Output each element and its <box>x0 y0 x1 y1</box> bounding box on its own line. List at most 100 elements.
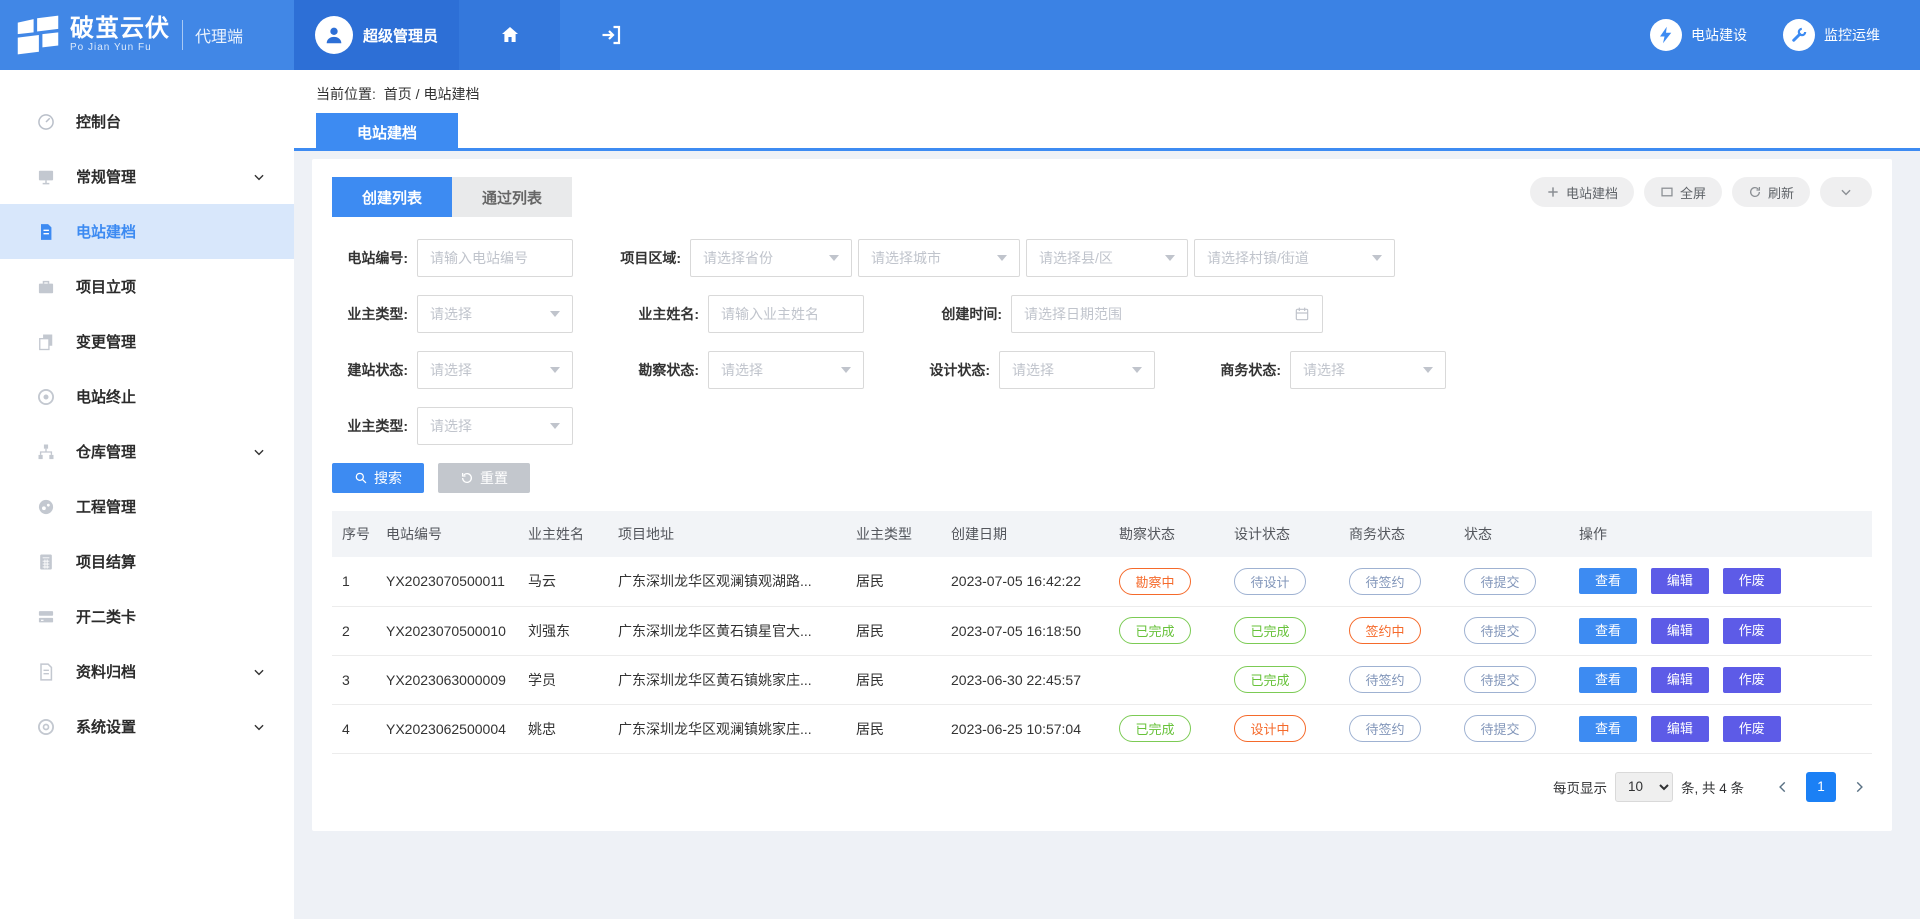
toolbar: 电站建档 全屏 刷新 <box>1530 177 1872 207</box>
col-design-status: 设计状态 <box>1224 511 1339 557</box>
cell-address: 广东深圳龙华区黄石镇星官大... <box>608 606 846 655</box>
prev-page-button[interactable] <box>1770 774 1796 800</box>
edit-button[interactable]: 编辑 <box>1651 716 1709 742</box>
page-tab-station-archive[interactable]: 电站建档 <box>316 113 458 151</box>
logout-button[interactable] <box>560 0 661 70</box>
caret-down-icon <box>1165 255 1175 261</box>
business-status-badge: 待签约 <box>1349 715 1421 742</box>
view-button[interactable]: 查看 <box>1579 716 1637 742</box>
cell-owner: 学员 <box>518 655 608 704</box>
sidebar-item-project-settlement[interactable]: 项目结算 <box>0 534 294 589</box>
business-status-badge: 签约中 <box>1349 617 1421 644</box>
city-select[interactable]: 请选择城市 <box>858 239 1020 277</box>
refresh-button[interactable]: 刷新 <box>1732 177 1810 207</box>
table-header-row: 序号 电站编号 业主姓名 项目地址 业主类型 创建日期 勘察状态 设计状态 商务… <box>332 511 1872 557</box>
filter-design-status: 设计状态: 请选择 <box>914 351 1155 389</box>
sidebar-item-station-archive[interactable]: 电站建档 <box>0 204 294 259</box>
owner-type-select[interactable]: 请选择 <box>417 295 573 333</box>
edit-button[interactable]: 编辑 <box>1651 667 1709 693</box>
survey-status-badge: 勘察中 <box>1119 568 1191 595</box>
current-page[interactable]: 1 <box>1806 772 1836 802</box>
sidebar-item-general-mgmt[interactable]: 常规管理 <box>0 149 294 204</box>
reset-button[interactable]: 重置 <box>438 463 530 493</box>
filter-row-4: 业主类型: 请选择 <box>332 407 1872 445</box>
page-body: 创建列表 通过列表 电站建档 全屏 <box>294 151 1920 831</box>
filter-survey-status: 勘察状态: 请选择 <box>623 351 864 389</box>
owner-type2-select[interactable]: 请选择 <box>417 407 573 445</box>
create-station-button[interactable]: 电站建档 <box>1530 177 1634 207</box>
sidebar-item-station-terminate[interactable]: 电站终止 <box>0 369 294 424</box>
filter-row-2: 业主类型: 请选择 业主姓名: 创建时间: <box>332 295 1872 333</box>
per-page-prefix: 每页显示 <box>1553 777 1607 797</box>
tab-passed-list[interactable]: 通过列表 <box>452 177 572 217</box>
cell-created: 2023-06-25 10:57:04 <box>941 704 1109 753</box>
user-name: 超级管理员 <box>363 25 438 46</box>
breadcrumb-path[interactable]: 首页 / 电站建档 <box>384 86 480 102</box>
sidebar-item-data-archive[interactable]: 资料归档 <box>0 644 294 699</box>
col-survey-status: 勘察状态 <box>1109 511 1224 557</box>
bolt-icon <box>1650 19 1682 51</box>
edit-button[interactable]: 编辑 <box>1651 568 1709 594</box>
view-button[interactable]: 查看 <box>1579 618 1637 644</box>
cell-owner-type: 居民 <box>846 606 941 655</box>
user-menu[interactable]: 超级管理员 <box>294 0 459 70</box>
sidebar-item-class2-card[interactable]: 开二类卡 <box>0 589 294 644</box>
void-button[interactable]: 作废 <box>1723 716 1781 742</box>
owner-type-label: 业主类型: <box>332 304 408 324</box>
void-button[interactable]: 作废 <box>1723 568 1781 594</box>
station-code-input[interactable] <box>430 250 560 266</box>
status-badge: 待提交 <box>1464 715 1536 742</box>
owner-type-placeholder: 请选择 <box>430 304 472 324</box>
cell-code: YX2023063000009 <box>376 655 518 704</box>
caret-down-icon <box>997 255 1007 261</box>
void-button[interactable]: 作废 <box>1723 667 1781 693</box>
filter-build-status: 建站状态: 请选择 <box>332 351 573 389</box>
sidebar-item-label: 常规管理 <box>76 166 136 187</box>
edit-button[interactable]: 编辑 <box>1651 618 1709 644</box>
chevron-down-icon <box>252 665 266 679</box>
sidebar-item-warehouse-mgmt[interactable]: 仓库管理 <box>0 424 294 479</box>
owner-name-field <box>708 295 864 333</box>
fullscreen-button[interactable]: 全屏 <box>1644 177 1722 207</box>
province-select[interactable]: 请选择省份 <box>690 239 852 277</box>
sidebar-item-change-mgmt[interactable]: 变更管理 <box>0 314 294 369</box>
collapse-toolbar-button[interactable] <box>1820 177 1872 207</box>
sidebar-item-console[interactable]: 控制台 <box>0 94 294 149</box>
business-status-select[interactable]: 请选择 <box>1290 351 1446 389</box>
sidebar-item-label: 控制台 <box>76 111 121 132</box>
business-status-badge: 待签约 <box>1349 666 1421 693</box>
owner-name-input[interactable] <box>721 306 851 322</box>
search-button[interactable]: 搜索 <box>332 463 424 493</box>
per-page-select[interactable]: 10 <box>1615 772 1673 802</box>
filter-owner-type-2: 业主类型: 请选择 <box>332 407 573 445</box>
next-page-button[interactable] <box>1846 774 1872 800</box>
brand-divider <box>182 20 183 50</box>
county-select[interactable]: 请选择县/区 <box>1026 239 1188 277</box>
col-created: 创建日期 <box>941 511 1109 557</box>
sidebar-item-system-settings[interactable]: 系统设置 <box>0 699 294 754</box>
sitemap-icon <box>36 442 56 462</box>
brand-logo-icon <box>16 15 60 55</box>
date-range-picker[interactable]: 请选择日期范围 <box>1011 295 1323 333</box>
build-status-select[interactable]: 请选择 <box>417 351 573 389</box>
build-status-placeholder: 请选择 <box>430 360 472 380</box>
village-select[interactable]: 请选择村镇/街道 <box>1194 239 1395 277</box>
survey-status-select[interactable]: 请选择 <box>708 351 864 389</box>
cell-created: 2023-06-30 22:45:57 <box>941 655 1109 704</box>
view-button[interactable]: 查看 <box>1579 568 1637 594</box>
void-button[interactable]: 作废 <box>1723 618 1781 644</box>
sidebar-item-engineering-mgmt[interactable]: 工程管理 <box>0 479 294 534</box>
calendar-icon <box>1294 306 1310 322</box>
owner-name-label: 业主姓名: <box>623 304 699 324</box>
station-code-label: 电站编号: <box>332 248 408 268</box>
nav-monitor-ops[interactable]: 监控运维 <box>1783 19 1880 51</box>
design-status-select[interactable]: 请选择 <box>999 351 1155 389</box>
home-button[interactable] <box>459 0 560 70</box>
tab-create-list[interactable]: 创建列表 <box>332 177 452 217</box>
view-button[interactable]: 查看 <box>1579 667 1637 693</box>
business-status-badge: 待签约 <box>1349 568 1421 595</box>
sidebar-item-project-initiation[interactable]: 项目立项 <box>0 259 294 314</box>
nav-station-build[interactable]: 电站建设 <box>1650 19 1747 51</box>
sidebar-item-label: 项目结算 <box>76 551 136 572</box>
status-badge: 待提交 <box>1464 617 1536 644</box>
